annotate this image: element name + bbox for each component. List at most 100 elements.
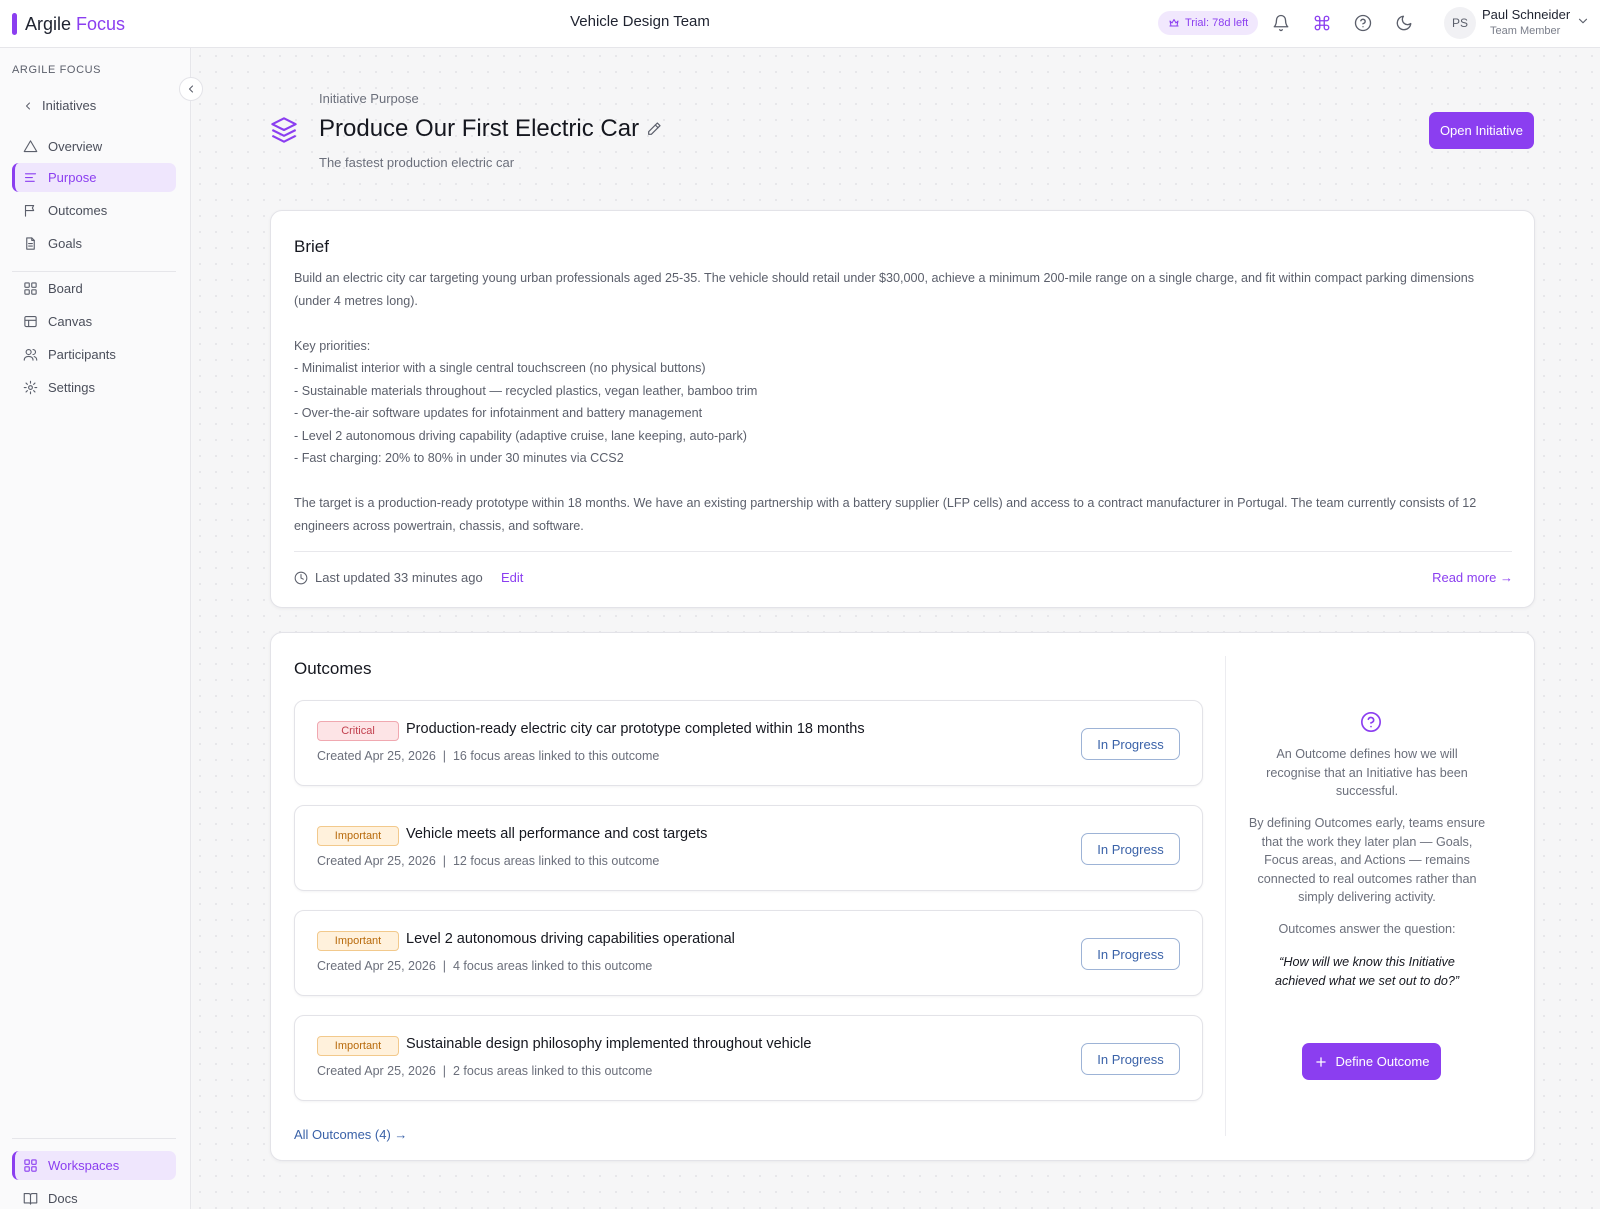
status-button[interactable]: In Progress [1081, 728, 1180, 760]
grid-icon [24, 1159, 37, 1172]
chevron-left-icon [188, 85, 194, 93]
status-button[interactable]: In Progress [1081, 1043, 1180, 1075]
sidebar-divider [12, 1138, 176, 1139]
sidebar-item-label: Participants [48, 347, 116, 362]
sidebar-item-overview[interactable]: Overview [12, 132, 176, 161]
sidebar-item-label: Purpose [48, 170, 97, 185]
sidebar-item-docs[interactable]: Docs [12, 1184, 176, 1209]
users-icon [23, 348, 38, 361]
brief-priority: - Sustainable materials throughout — rec… [294, 383, 758, 398]
sidebar-item-label: Settings [48, 380, 95, 395]
sidebar-item-label: Board [48, 281, 83, 296]
gear-icon [23, 380, 38, 395]
layout-icon [24, 315, 37, 328]
last-updated-text: Last updated 33 minutes ago [315, 570, 483, 585]
status-button[interactable]: In Progress [1081, 833, 1180, 865]
sidebar-divider [12, 271, 176, 272]
outcomes-card: Outcomes Critical Production-ready elect… [270, 632, 1535, 1161]
page-title: Produce Our First Electric Car [319, 115, 640, 142]
outcome-info-text: An Outcome defines how we will recognise… [1266, 747, 1468, 798]
collapse-sidebar-button[interactable] [179, 77, 203, 101]
outcome-item[interactable]: Important Sustainable design philosophy … [294, 1015, 1203, 1101]
priority-badge: Important [317, 931, 399, 951]
brief-body: Build an electric city car targeting you… [294, 267, 1509, 537]
define-outcome-label: Define Outcome [1335, 1054, 1430, 1069]
outcome-title: Production-ready electric city car proto… [406, 721, 865, 737]
help-circle-icon [1354, 14, 1372, 32]
crown-icon [1169, 19, 1179, 27]
team-title: Vehicle Design Team [570, 13, 710, 30]
sidebar-item-label: Workspaces [48, 1158, 120, 1173]
command-icon [1314, 15, 1330, 31]
page-subtitle: The fastest production electric car [319, 155, 515, 170]
bell-icon [1273, 14, 1289, 32]
brief-priorities-heading: Key priorities: [294, 338, 371, 353]
top-bar: Argile Focus Vehicle Design Team Trial: … [0, 0, 1600, 48]
brief-priority: - Level 2 autonomous driving capability … [294, 428, 747, 443]
outcome-meta: Created Apr 25, 2026 | 16 focus areas li… [317, 749, 660, 763]
open-initiative-button[interactable]: Open Initiative [1429, 112, 1534, 149]
brief-priority: - Fast charging: 20% to 80% in under 30 … [294, 451, 624, 465]
sidebar-item-label: Overview [48, 139, 103, 154]
sidebar: ARGILE FOCUS Initiatives Overview Purpos… [0, 48, 203, 1209]
outcomes-title: Outcomes [294, 659, 372, 678]
help-button[interactable] [1352, 12, 1374, 34]
read-more-link[interactable]: Read more → [1431, 570, 1513, 585]
all-outcomes-link[interactable]: All Outcomes (4) → [294, 1127, 407, 1142]
outcome-item[interactable]: Important Vehicle meets all performance … [294, 805, 1203, 891]
define-outcome-button[interactable]: Define Outcome [1302, 1043, 1441, 1080]
brief-card: Brief Build an electric city car targeti… [270, 210, 1535, 608]
sidebar-item-label: Docs [48, 1191, 78, 1206]
clock-icon [294, 571, 308, 584]
book-icon [23, 1192, 38, 1205]
sidebar-item-purpose[interactable]: Purpose [12, 163, 176, 192]
trial-badge[interactable]: Trial: 78d left [1158, 11, 1259, 35]
sidebar-heading: ARGILE FOCUS [12, 64, 102, 76]
outcome-info-text: By defining Outcomes early, teams ensure… [1248, 816, 1486, 904]
moon-icon [1396, 15, 1412, 31]
grid-icon [24, 282, 37, 295]
notifications-button[interactable] [1270, 12, 1292, 34]
help-circle-icon [1360, 711, 1382, 738]
plus-icon [1315, 1056, 1326, 1067]
sidebar-item-label: Goals [48, 236, 82, 251]
back-to-initiatives-link[interactable]: Initiatives [22, 98, 96, 113]
brief-title: Brief [294, 237, 329, 256]
outcome-meta: Created Apr 25, 2026 | 12 focus areas li… [317, 854, 660, 868]
user-name[interactable]: Paul Schneider [1482, 7, 1570, 22]
chevron-left-icon [26, 102, 30, 109]
sidebar-item-canvas[interactable]: Canvas [12, 307, 176, 336]
priority-badge: Important [317, 1036, 399, 1056]
outcome-title: Vehicle meets all performance and cost t… [406, 826, 708, 842]
theme-toggle-button[interactable] [1393, 12, 1415, 34]
outcome-info-text: Outcomes answer the question: [1278, 922, 1456, 936]
outcome-title: Level 2 autonomous driving capabilities … [406, 931, 735, 947]
sidebar-item-workspaces[interactable]: Workspaces [12, 1151, 176, 1180]
priority-badge: Important [317, 826, 399, 846]
status-button[interactable]: In Progress [1081, 938, 1180, 970]
command-palette-button[interactable] [1311, 12, 1333, 34]
outcome-title: Sustainable design philosophy implemente… [406, 1036, 812, 1052]
avatar[interactable]: PS [1444, 7, 1476, 39]
sidebar-item-settings[interactable]: Settings [12, 373, 176, 402]
outcome-item[interactable]: Important Level 2 autonomous driving cap… [294, 910, 1203, 996]
pencil-icon [648, 122, 661, 135]
chevron-down-icon [1578, 18, 1588, 24]
sidebar-item-participants[interactable]: Participants [12, 340, 176, 369]
edit-brief-link[interactable]: Edit [501, 570, 523, 585]
brief-paragraph: The target is a production-ready prototy… [294, 496, 1477, 533]
sidebar-item-label: Canvas [48, 314, 93, 329]
user-role: Team Member [1490, 25, 1561, 37]
edit-title-button[interactable] [646, 121, 662, 142]
back-link-label: Initiatives [42, 98, 97, 113]
sidebar-item-goals[interactable]: Goals [12, 229, 176, 258]
outcome-item[interactable]: Critical Production-ready electric city … [294, 700, 1203, 786]
sidebar-item-board[interactable]: Board [12, 274, 176, 303]
brief-paragraph: Build an electric city car targeting you… [294, 271, 1475, 308]
outcome-meta: Created Apr 25, 2026 | 2 focus areas lin… [317, 1064, 653, 1078]
align-left-icon [24, 173, 37, 182]
sidebar-item-label: Outcomes [48, 203, 108, 218]
outcome-meta: Created Apr 25, 2026 | 4 focus areas lin… [317, 959, 653, 973]
user-menu-button[interactable] [1576, 14, 1590, 33]
sidebar-item-outcomes[interactable]: Outcomes [12, 196, 176, 225]
